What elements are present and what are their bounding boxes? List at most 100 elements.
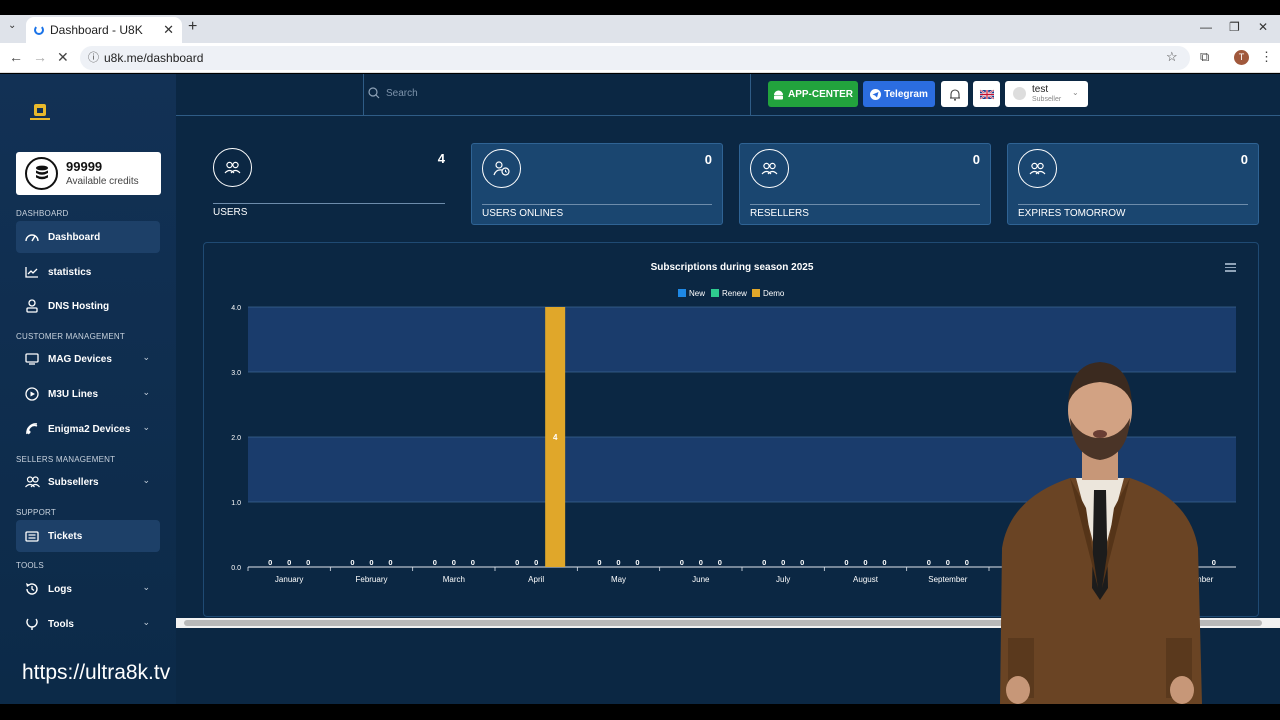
sidebar-item-m3u-lines[interactable]: M3U Lines ⌄ (16, 378, 160, 410)
users-icon (24, 474, 40, 490)
bar-data-label: 0 (452, 558, 456, 567)
x-tick-label: September (928, 575, 967, 584)
bar-data-label: 4 (553, 433, 558, 442)
bar-data-label: 0 (699, 558, 703, 567)
stat-value: 0 (972, 152, 980, 167)
uk-flag-icon (979, 88, 994, 100)
gauge-icon (24, 229, 40, 245)
bar-data-label: 0 (597, 558, 601, 567)
stat-divider (750, 204, 980, 205)
presenter-figure (1000, 362, 1202, 704)
sidebar-item-mag-devices[interactable]: MAG Devices ⌄ (16, 343, 160, 375)
dns-user-icon (24, 298, 40, 314)
chevron-down-icon: ⌄ (142, 387, 150, 397)
bar-data-label: 0 (946, 558, 950, 567)
credits-label: Available credits (66, 176, 139, 187)
tab-close-icon[interactable]: ✕ (163, 22, 174, 38)
app-center-label: APP-CENTER (787, 88, 853, 100)
stat-card-users-onlines[interactable]: 0 USERS ONLINES (471, 143, 723, 225)
sidebar-item-subsellers[interactable]: Subsellers ⌄ (16, 466, 160, 498)
bar-data-label: 0 (863, 558, 867, 567)
forward-icon[interactable]: → (33, 49, 47, 65)
bar-data-label: 0 (369, 558, 373, 567)
bar-data-label: 0 (306, 558, 310, 567)
section-support: SUPPORT (16, 508, 56, 517)
minimize-icon[interactable]: — (1200, 20, 1212, 34)
x-tick-label: August (853, 575, 879, 584)
address-bar[interactable]: ⓘ u8k.me/dashboard (80, 46, 1190, 70)
credits-value: 99999 (66, 159, 103, 174)
legend-swatch (711, 289, 719, 297)
stop-loading-icon[interactable]: ✕ (57, 49, 69, 66)
sidebar-item-label: MAG Devices (48, 353, 112, 365)
stat-divider (482, 204, 712, 205)
telegram-button[interactable]: Telegram (863, 81, 935, 107)
chevron-down-icon: ⌄ (142, 582, 150, 592)
chevron-down-icon: ⌄ (142, 352, 150, 362)
section-customer-management: CUSTOMER MANAGEMENT (16, 332, 125, 341)
tools-icon (24, 616, 40, 632)
stat-card-expires-tomorrow[interactable]: 0 EXPIRES TOMORROW (1007, 143, 1259, 225)
user-avatar-icon (1013, 87, 1026, 100)
sidebar-item-tickets[interactable]: Tickets (16, 520, 160, 552)
restore-icon[interactable]: ❐ (1229, 20, 1240, 34)
stat-label: USERS (213, 207, 248, 218)
sidebar-item-label: Subsellers (48, 476, 99, 488)
y-tick-label: 3.0 (231, 370, 241, 377)
sidebar-item-tools[interactable]: Tools ⌄ (16, 608, 160, 640)
stat-value: 4 (437, 151, 445, 166)
x-tick-label: February (355, 575, 387, 584)
browser-toolbar: ← → ✕ ⓘ u8k.me/dashboard ☆ ⧉ T ⋮ (0, 43, 1280, 73)
x-tick-label: April (528, 575, 544, 584)
browser-menu-icon[interactable]: ⋮ (1260, 49, 1273, 65)
browser-tab[interactable]: Dashboard - U8K ✕ (26, 17, 182, 43)
stat-card-resellers[interactable]: 0 RESELLERS (739, 143, 991, 225)
bar-data-label: 0 (718, 558, 722, 567)
profile-avatar[interactable]: T (1234, 50, 1249, 65)
legend-swatch (678, 289, 686, 297)
bar-data-label: 0 (635, 558, 639, 567)
sidebar-item-dns-hosting[interactable]: DNS Hosting (16, 290, 160, 322)
extensions-icon[interactable]: ⧉ (1200, 49, 1209, 65)
bar-data-label: 0 (616, 558, 620, 567)
stat-card-users[interactable]: 4 USERS (203, 143, 455, 225)
stat-divider (213, 203, 445, 204)
user-menu[interactable]: test Subseller ⌄ (1005, 81, 1088, 107)
app-center-button[interactable]: APP-CENTER (768, 81, 858, 107)
sidebar-item-label: statistics (48, 266, 92, 278)
bar-data-label: 0 (388, 558, 392, 567)
header-divider (176, 115, 1280, 116)
section-tools: TOOLS (16, 561, 44, 570)
users-icon (1018, 149, 1057, 188)
sidebar-item-enigma2-devices[interactable]: Enigma2 Devices ⌄ (16, 413, 160, 445)
bookmark-star-icon[interactable]: ☆ (1166, 49, 1178, 65)
sidebar: 99999 Available credits DASHBOARD Dashbo… (0, 74, 176, 704)
chevron-down-icon: ⌄ (142, 617, 150, 627)
satellite-dish-icon (24, 421, 40, 437)
stat-divider (1018, 204, 1248, 205)
x-tick-label: March (443, 575, 465, 584)
search-field[interactable]: Search (363, 74, 751, 115)
language-button[interactable] (973, 81, 1000, 107)
section-dashboard: DASHBOARD (16, 209, 69, 218)
play-circle-icon (24, 386, 40, 402)
brand-logo-icon (30, 104, 50, 120)
sidebar-item-dashboard[interactable]: Dashboard (16, 221, 160, 253)
window-close-icon[interactable]: ✕ (1258, 20, 1268, 34)
stat-value: 0 (1240, 152, 1248, 167)
ticket-icon (24, 528, 40, 544)
sidebar-item-label: Dashboard (48, 231, 101, 243)
sidebar-item-statistics[interactable]: statistics (16, 256, 160, 288)
telegram-label: Telegram (884, 88, 928, 100)
new-tab-icon[interactable]: + (188, 18, 197, 36)
monitor-icon (24, 351, 40, 367)
tab-search-chevron-icon[interactable]: ⌄ (8, 20, 16, 31)
user-role: Subseller (1032, 96, 1062, 103)
bar-data-label: 0 (781, 558, 785, 567)
notifications-button[interactable] (941, 81, 968, 107)
sidebar-item-logs[interactable]: Logs ⌄ (16, 573, 160, 605)
site-info-icon[interactable]: ⓘ (88, 46, 99, 70)
app-main: 99999 Available credits DASHBOARD Dashbo… (0, 74, 1280, 704)
chevron-down-icon: ⌄ (142, 475, 150, 485)
back-icon[interactable]: ← (9, 49, 23, 65)
